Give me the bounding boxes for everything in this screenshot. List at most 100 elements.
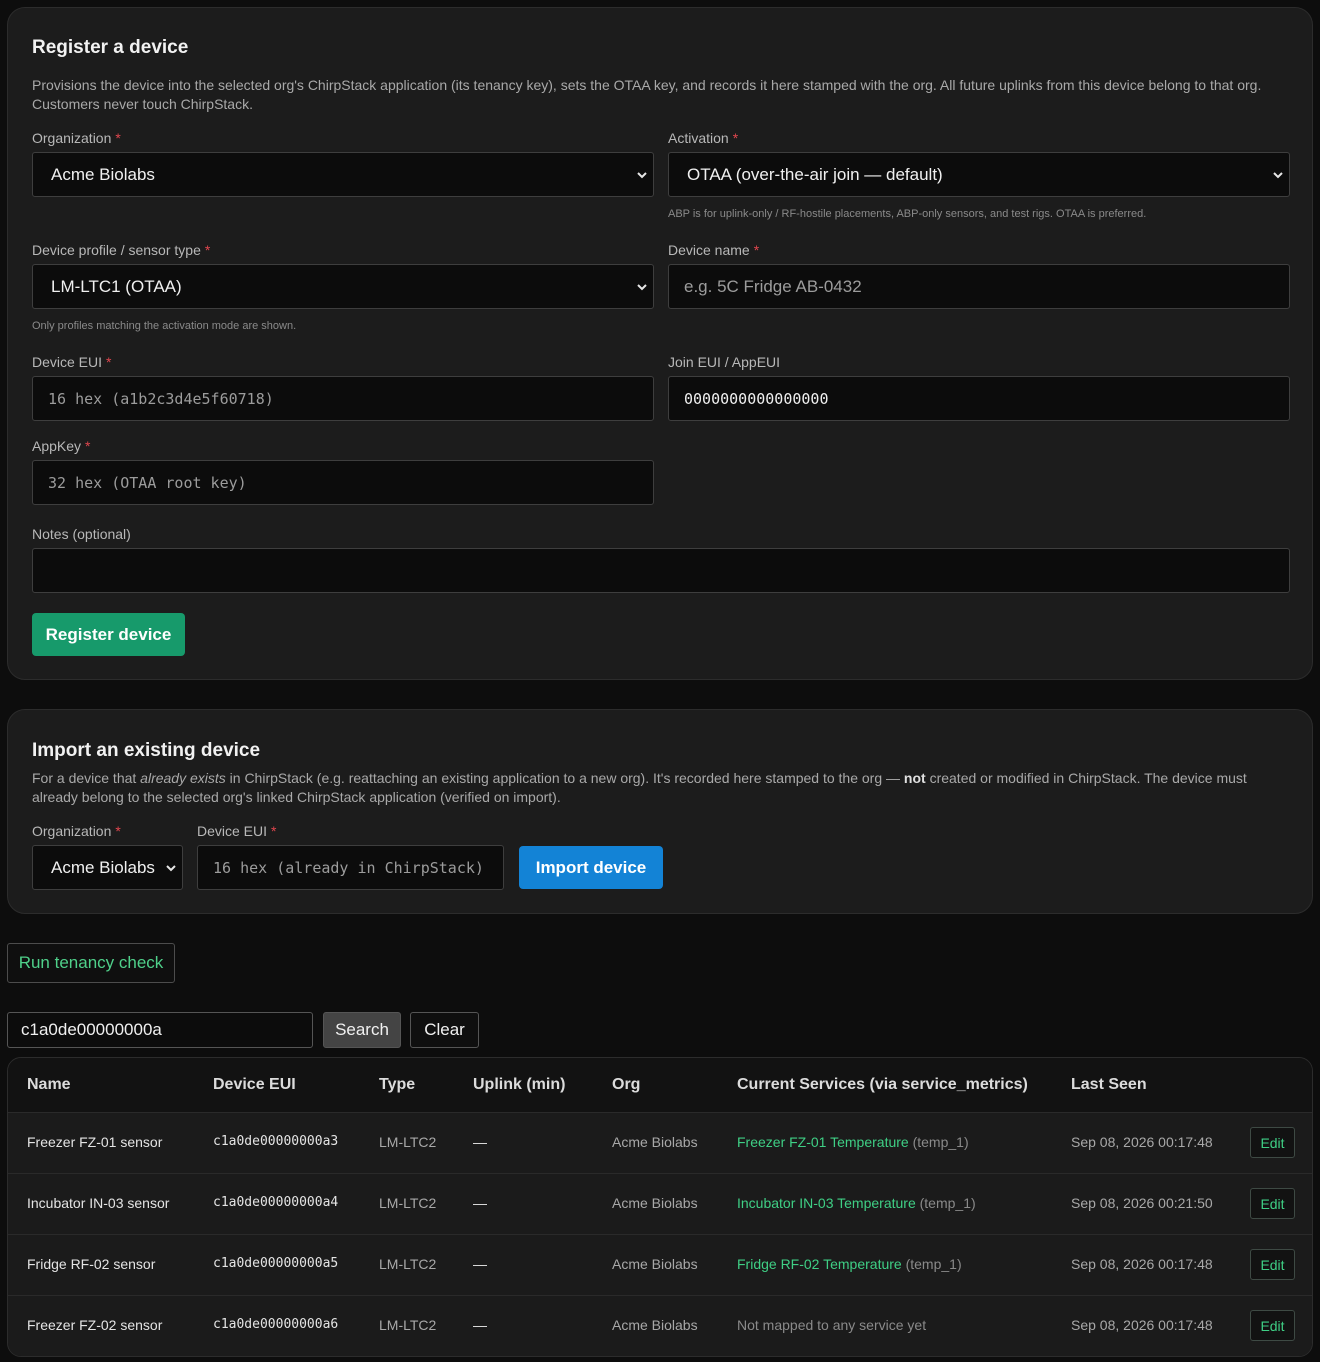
edit-button[interactable]: Edit xyxy=(1250,1188,1295,1219)
uplink-cell: — xyxy=(473,1134,487,1150)
import-organization-label: Organization * xyxy=(32,823,121,839)
services-cell: Incubator IN-03 Temperature (temp_1) xyxy=(737,1195,976,1211)
table-header: Name Device EUI Type Uplink (min) Org Cu… xyxy=(8,1058,1312,1112)
chevron-down-icon xyxy=(637,284,647,291)
org-cell: Acme Biolabs xyxy=(612,1134,698,1150)
notes-label: Notes (optional) xyxy=(32,526,131,542)
service-link[interactable]: Fridge RF-02 Temperature xyxy=(737,1256,902,1272)
type-cell: LM-LTC2 xyxy=(379,1134,437,1150)
import-device-button[interactable]: Import device xyxy=(519,846,663,889)
device-eui-label: Device EUI * xyxy=(32,354,112,370)
device-profile-hint: Only profiles matching the activation mo… xyxy=(32,320,297,332)
clear-button[interactable]: Clear xyxy=(410,1012,479,1048)
org-cell: Acme Biolabs xyxy=(612,1317,698,1333)
appkey-placeholder: 32 hex (OTAA root key) xyxy=(48,473,247,492)
join-eui-value: 0000000000000000 xyxy=(684,389,829,408)
import-organization-select[interactable]: Acme Biolabs xyxy=(32,845,183,890)
type-cell: LM-LTC2 xyxy=(379,1317,437,1333)
activation-hint: ABP is for uplink-only / RF-hostile plac… xyxy=(668,208,1147,220)
search-input[interactable]: c1a0de00000000a xyxy=(7,1012,313,1048)
table-row: Freezer FZ-01 sensor c1a0de00000000a3 LM… xyxy=(8,1112,1312,1173)
activation-select-value: OTAA (over-the-air join — default) xyxy=(687,164,943,184)
register-description: Provisions the device into the selected … xyxy=(32,77,1262,112)
run-tenancy-check-button[interactable]: Run tenancy check xyxy=(7,943,175,983)
column-header-device-eui: Device EUI xyxy=(213,1076,296,1093)
service-key: (temp_1) xyxy=(919,1195,976,1211)
device-name-cell: Freezer FZ-02 sensor xyxy=(27,1317,163,1333)
appkey-label: AppKey * xyxy=(32,438,91,454)
import-description: For a device that already exists in Chir… xyxy=(32,770,1247,805)
uplink-cell: — xyxy=(473,1195,487,1211)
edit-button[interactable]: Edit xyxy=(1250,1249,1295,1280)
org-cell: Acme Biolabs xyxy=(612,1256,698,1272)
join-eui-input[interactable]: 0000000000000000 xyxy=(668,376,1290,421)
import-device-card: Import an existing device For a device t… xyxy=(7,709,1313,914)
edit-button[interactable]: Edit xyxy=(1250,1127,1295,1158)
device-name-placeholder: e.g. 5C Fridge AB-0432 xyxy=(684,276,862,296)
devices-table: Name Device EUI Type Uplink (min) Org Cu… xyxy=(7,1057,1313,1357)
service-link[interactable]: Incubator IN-03 Temperature xyxy=(737,1195,916,1211)
organization-select[interactable]: Acme Biolabs xyxy=(32,152,654,197)
device-profile-select-value: LM-LTC1 (OTAA) xyxy=(51,276,182,296)
appkey-input[interactable]: 32 hex (OTAA root key) xyxy=(32,460,654,505)
last-seen-cell: Sep 08, 2026 00:17:48 xyxy=(1071,1256,1213,1272)
register-device-card: Register a device Provisions the device … xyxy=(7,7,1313,680)
device-eui-cell: c1a0de00000000a3 xyxy=(213,1134,339,1149)
service-link[interactable]: Freezer FZ-01 Temperature xyxy=(737,1134,909,1150)
chevron-down-icon xyxy=(1273,172,1283,179)
device-eui-input[interactable]: 16 hex (a1b2c3d4e5f60718) xyxy=(32,376,654,421)
service-key: (temp_1) xyxy=(905,1256,962,1272)
join-eui-label: Join EUI / AppEUI xyxy=(668,354,781,370)
last-seen-cell: Sep 08, 2026 00:17:48 xyxy=(1071,1317,1213,1333)
import-device-eui-input[interactable]: 16 hex (already in ChirpStack) xyxy=(197,845,504,890)
search-button[interactable]: Search xyxy=(323,1012,401,1048)
device-name-label: Device name * xyxy=(668,242,760,258)
device-name-cell: Incubator IN-03 sensor xyxy=(27,1195,170,1211)
column-header-org: Org xyxy=(612,1076,641,1093)
column-header-type: Type xyxy=(379,1076,416,1093)
import-device-eui-placeholder: 16 hex (already in ChirpStack) xyxy=(213,858,484,877)
edit-button[interactable]: Edit xyxy=(1250,1310,1295,1341)
device-profile-select[interactable]: LM-LTC1 (OTAA) xyxy=(32,264,654,309)
column-header-name: Name xyxy=(27,1076,71,1093)
device-profile-label: Device profile / sensor type * xyxy=(32,242,211,258)
type-cell: LM-LTC2 xyxy=(379,1256,437,1272)
services-cell: Freezer FZ-01 Temperature (temp_1) xyxy=(737,1134,969,1150)
search-input-value: c1a0de00000000a xyxy=(21,1020,162,1039)
table-row: Fridge RF-02 sensor c1a0de00000000a5 LM-… xyxy=(8,1234,1312,1295)
chevron-down-icon xyxy=(637,172,647,179)
register-device-button[interactable]: Register device xyxy=(32,613,185,656)
import-title: Import an existing device xyxy=(32,740,261,761)
unmapped-text: Not mapped to any service yet xyxy=(737,1317,927,1333)
device-eui-cell: c1a0de00000000a4 xyxy=(213,1195,339,1210)
uplink-cell: — xyxy=(473,1256,487,1272)
services-cell: Not mapped to any service yet xyxy=(737,1317,926,1333)
activation-label: Activation * xyxy=(668,130,739,146)
chevron-down-icon xyxy=(166,865,176,872)
table-row: Freezer FZ-02 sensor c1a0de00000000a6 LM… xyxy=(8,1295,1312,1356)
last-seen-cell: Sep 08, 2026 00:21:50 xyxy=(1071,1195,1213,1211)
device-eui-cell: c1a0de00000000a5 xyxy=(213,1256,339,1271)
device-eui-cell: c1a0de00000000a6 xyxy=(213,1317,339,1332)
device-name-cell: Freezer FZ-01 sensor xyxy=(27,1134,163,1150)
device-eui-placeholder: 16 hex (a1b2c3d4e5f60718) xyxy=(48,389,274,408)
service-key: (temp_1) xyxy=(912,1134,969,1150)
activation-select[interactable]: OTAA (over-the-air join — default) xyxy=(668,152,1290,197)
device-name-input[interactable]: e.g. 5C Fridge AB-0432 xyxy=(668,264,1290,309)
column-header-last-seen: Last Seen xyxy=(1071,1076,1147,1093)
organization-select-value: Acme Biolabs xyxy=(51,164,155,184)
import-organization-select-value: Acme Biolabs xyxy=(51,857,155,877)
uplink-cell: — xyxy=(473,1317,487,1333)
type-cell: LM-LTC2 xyxy=(379,1195,437,1211)
organization-label: Organization * xyxy=(32,130,121,146)
import-device-eui-label: Device EUI * xyxy=(197,823,277,839)
org-cell: Acme Biolabs xyxy=(612,1195,698,1211)
table-row: Incubator IN-03 sensor c1a0de00000000a4 … xyxy=(8,1173,1312,1234)
notes-input[interactable] xyxy=(32,548,1290,593)
column-header-uplink: Uplink (min) xyxy=(473,1076,566,1093)
last-seen-cell: Sep 08, 2026 00:17:48 xyxy=(1071,1134,1213,1150)
register-title: Register a device xyxy=(32,37,189,58)
services-cell: Fridge RF-02 Temperature (temp_1) xyxy=(737,1256,962,1272)
device-name-cell: Fridge RF-02 sensor xyxy=(27,1256,156,1272)
column-header-current-services: Current Services (via service_metrics) xyxy=(737,1076,1028,1093)
